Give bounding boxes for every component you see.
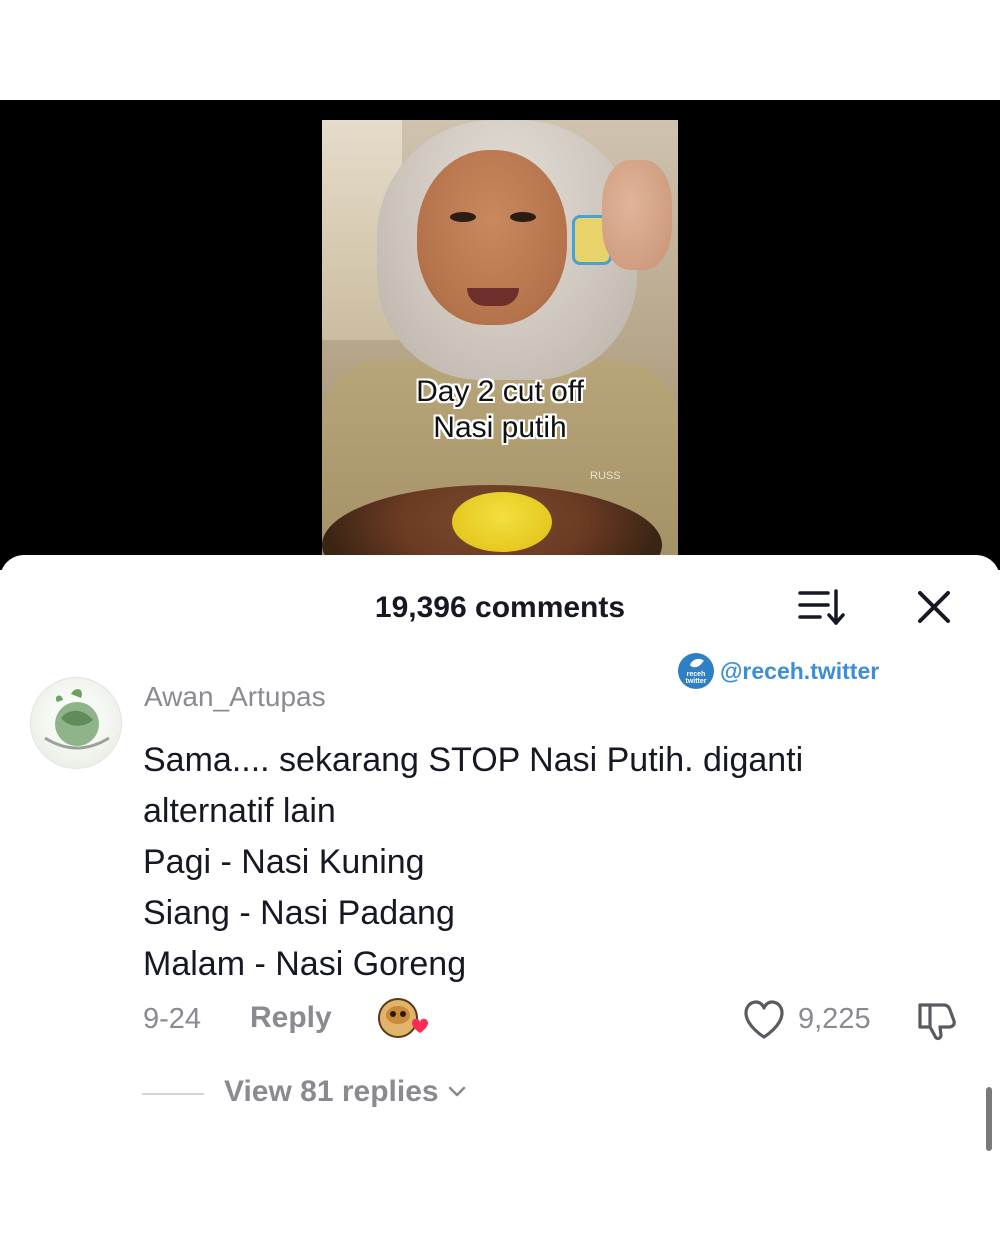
view-replies-button[interactable]: View 81 replies xyxy=(224,1075,467,1109)
video-caption: Day 2 cut off Nasi putih xyxy=(322,374,678,446)
dislike-icon[interactable] xyxy=(914,997,960,1043)
replies-divider xyxy=(142,1093,204,1095)
comment-line: Siang - Nasi Padang xyxy=(143,894,455,932)
person-eye-right xyxy=(510,212,536,222)
shirt-brand-text: RUSS xyxy=(590,470,621,482)
person-hand xyxy=(602,160,672,270)
video-player[interactable]: RUSS Day 2 cut off Nasi putih xyxy=(0,100,1000,570)
heart-icon[interactable] xyxy=(742,999,786,1041)
comment-date: 9-24 xyxy=(143,1003,202,1035)
watermark-badge-text: receh twitter xyxy=(685,671,707,685)
video-frame[interactable]: RUSS Day 2 cut off Nasi putih xyxy=(322,120,678,570)
comment-text: Sama.... sekarang STOP Nasi Putih. digan… xyxy=(143,735,963,990)
creator-liked-icon xyxy=(376,995,430,1041)
close-icon[interactable] xyxy=(912,585,956,629)
chevron-down-icon xyxy=(448,1086,465,1097)
scrollbar[interactable] xyxy=(986,1087,992,1151)
comment-line: alternatif lain xyxy=(143,792,336,830)
comments-sheet: 19,396 comments receh twitter @receh.twi… xyxy=(0,555,1000,1250)
comment-line: Pagi - Nasi Kuning xyxy=(143,843,425,881)
sort-icon[interactable] xyxy=(798,585,846,629)
top-blank-area xyxy=(0,0,1000,100)
person-eye-left xyxy=(450,212,476,222)
comments-count-title: 19,396 comments xyxy=(374,591,626,624)
watermark-handle: @receh.twitter xyxy=(720,657,880,684)
video-caption-line1: Day 2 cut off xyxy=(416,375,584,408)
yellow-rice xyxy=(452,492,552,552)
reply-button[interactable]: Reply xyxy=(250,1001,332,1035)
video-caption-line2: Nasi putih xyxy=(433,411,567,444)
view-replies-label[interactable]: View 81 replies xyxy=(224,1075,439,1109)
comment-line: Sama.... sekarang STOP Nasi Putih. digan… xyxy=(143,741,804,779)
user-avatar[interactable] xyxy=(30,677,122,769)
watermark-bird-icon: receh twitter xyxy=(678,653,714,689)
watermark: receh twitter @receh.twitter xyxy=(678,651,879,691)
like-count: 9,225 xyxy=(798,1003,871,1035)
comment-username[interactable]: Awan_Artupas xyxy=(144,681,326,713)
comment-line: Malam - Nasi Goreng xyxy=(143,945,467,983)
